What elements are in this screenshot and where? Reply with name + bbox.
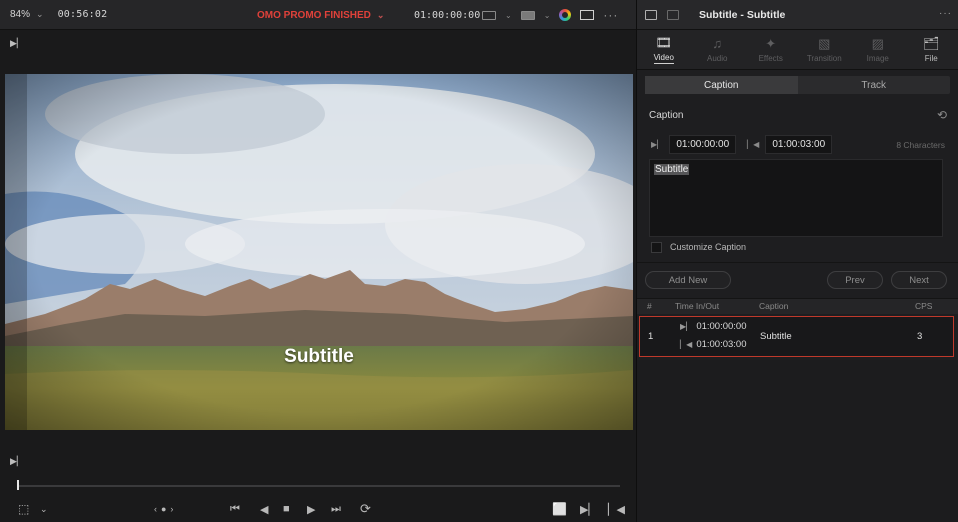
image-icon: ▨ bbox=[871, 35, 884, 51]
caption-list-header: # Time In/Out Caption CPS bbox=[637, 298, 958, 314]
inspector-header: Subtitle - Subtitle ··· bbox=[637, 0, 958, 30]
viewer-toolbar: 84% ⌄ 00:56:02 OMO PROMO FINISHED ⌄ 01:0… bbox=[0, 0, 636, 30]
tab-file[interactable]: 🗂︎ File bbox=[905, 30, 958, 69]
magic-wand-icon: ✦ bbox=[765, 35, 777, 51]
tab-video[interactable]: 🎞︎ Video bbox=[637, 30, 691, 69]
timeline-duration-timecode: 00:56:02 bbox=[57, 9, 108, 20]
inspector-title: Subtitle - Subtitle bbox=[699, 8, 786, 21]
playhead[interactable] bbox=[17, 480, 19, 490]
column-cps: CPS bbox=[915, 301, 933, 311]
customize-caption-label: Customize Caption bbox=[670, 242, 747, 252]
customize-caption-checkbox[interactable] bbox=[651, 241, 662, 253]
scrubber-bar[interactable] bbox=[18, 485, 620, 487]
caption-track-toggle: Caption Track bbox=[645, 76, 950, 94]
chevron-down-icon[interactable]: ⌄ bbox=[544, 11, 551, 20]
segment-caption[interactable]: Caption bbox=[645, 76, 798, 94]
transport-controls: ⬚ ⌄ ‹●› ⏮ ◀ ■ ▶ ⏭ ⟳ ⬜ ▶▏ ▏◀ bbox=[0, 498, 636, 520]
chevron-down-icon[interactable]: ⌄ bbox=[40, 498, 48, 520]
out-point-icon: ▏◀ bbox=[747, 139, 760, 149]
row-caption: Subtitle bbox=[760, 331, 792, 342]
video-frame: Subtitle bbox=[5, 74, 633, 430]
caption-text-area[interactable]: Subtitle bbox=[649, 159, 943, 237]
jog-shuttle-icon[interactable]: ‹●› bbox=[154, 498, 177, 520]
column-number: # bbox=[647, 301, 652, 311]
play-reverse-icon[interactable]: ◀ bbox=[260, 498, 268, 520]
caption-nav-buttons: Add New Prev Next bbox=[637, 262, 958, 296]
more-options-icon[interactable]: ··· bbox=[603, 8, 618, 22]
row-number: 1 bbox=[648, 331, 654, 342]
row-time-in: ▶▏ 01:00:00:00 bbox=[680, 321, 747, 332]
more-options-icon[interactable]: ··· bbox=[939, 8, 952, 19]
row-cps: 3 bbox=[917, 331, 923, 342]
character-count: 8 Characters bbox=[896, 140, 945, 150]
loop-icon[interactable]: ⟳ bbox=[360, 498, 371, 520]
zoom-level: 84% bbox=[10, 9, 31, 20]
out-point-icon: ▏◀ bbox=[680, 340, 693, 349]
frame-edge-shade bbox=[5, 74, 27, 430]
in-point-icon: ▶▏ bbox=[651, 139, 664, 149]
prev-button[interactable]: Prev bbox=[827, 271, 883, 289]
column-time: Time In/Out bbox=[675, 301, 720, 311]
match-frame-icon[interactable]: ⬜ bbox=[552, 498, 567, 520]
caption-section-title: Caption bbox=[649, 110, 684, 121]
tab-effects[interactable]: ✦ Effects bbox=[744, 30, 798, 69]
fullscreen-icon[interactable] bbox=[580, 10, 595, 20]
viewer-panel: 84% ⌄ 00:56:02 OMO PROMO FINISHED ⌄ 01:0… bbox=[0, 0, 636, 522]
table-row[interactable]: 1 ▶▏ 01:00:00:00 ▏◀ 01:00:03:00 Subtitle 3 bbox=[639, 316, 954, 357]
tab-transition[interactable]: ▧ Transition bbox=[798, 30, 852, 69]
current-timecode[interactable]: 01:00:00:00 bbox=[414, 0, 480, 30]
stop-icon[interactable]: ■ bbox=[283, 498, 290, 520]
row-time-out: ▏◀ 01:00:03:00 bbox=[680, 339, 747, 350]
mark-out-icon[interactable]: ▶▏ bbox=[10, 456, 24, 467]
time-out-field[interactable]: 01:00:03:00 bbox=[765, 134, 833, 154]
safe-area-icon[interactable] bbox=[520, 10, 535, 20]
inspector-single-icon[interactable] bbox=[645, 9, 657, 20]
time-in-field[interactable]: 01:00:00:00 bbox=[669, 134, 737, 154]
play-icon[interactable]: ▶ bbox=[307, 498, 315, 520]
inspector-empty-area bbox=[637, 360, 958, 522]
customize-caption-option[interactable]: Customize Caption bbox=[651, 240, 746, 254]
tab-image[interactable]: ▨ Image bbox=[851, 30, 905, 69]
in-point-icon: ▶▏ bbox=[680, 322, 693, 331]
viewer-mode-icon[interactable] bbox=[482, 10, 496, 20]
viewer-size-icon[interactable]: ⬚ bbox=[18, 498, 29, 520]
inspector-split-icon[interactable] bbox=[667, 9, 679, 20]
timeline-dropdown[interactable]: OMO PROMO FINISHED ⌄ bbox=[257, 0, 384, 30]
subtitle-overlay: Subtitle bbox=[284, 346, 354, 367]
music-note-icon: ♫ bbox=[712, 35, 723, 51]
reset-icon[interactable]: ⟲ bbox=[937, 108, 947, 122]
file-icon: 🗂︎ bbox=[922, 35, 940, 51]
segment-track[interactable]: Track bbox=[798, 76, 951, 94]
next-edit-icon[interactable]: ▶▏ bbox=[580, 498, 597, 520]
caption-text-selection: Subtitle bbox=[654, 164, 690, 175]
mark-in-icon[interactable]: ▶▏ bbox=[10, 38, 24, 49]
timeline-name: OMO PROMO FINISHED bbox=[257, 9, 371, 21]
chevron-down-icon: ⌄ bbox=[376, 9, 385, 20]
add-new-button[interactable]: Add New bbox=[645, 271, 731, 289]
film-icon: 🎞︎ bbox=[655, 34, 672, 50]
chevron-down-icon[interactable]: ⌄ bbox=[505, 11, 512, 20]
inspector-tabs: 🎞︎ Video ♫ Audio ✦ Effects ▧ Transition … bbox=[637, 30, 958, 70]
chevron-down-icon: ⌄ bbox=[36, 9, 44, 19]
zoom-dropdown[interactable]: 84% ⌄ bbox=[0, 0, 44, 30]
landscape-image bbox=[5, 74, 633, 430]
skip-to-end-icon[interactable]: ⏭ bbox=[331, 498, 341, 520]
color-wheel-icon[interactable] bbox=[559, 9, 572, 21]
column-caption: Caption bbox=[759, 301, 789, 311]
skip-to-start-icon[interactable]: ⏮ bbox=[230, 498, 240, 520]
next-button[interactable]: Next bbox=[891, 271, 947, 289]
transition-icon: ▧ bbox=[818, 35, 831, 51]
previous-edit-icon[interactable]: ▏◀ bbox=[608, 498, 625, 520]
tab-audio[interactable]: ♫ Audio bbox=[691, 30, 745, 69]
inspector-panel: Subtitle - Subtitle ··· 🎞︎ Video ♫ Audio… bbox=[636, 0, 958, 522]
